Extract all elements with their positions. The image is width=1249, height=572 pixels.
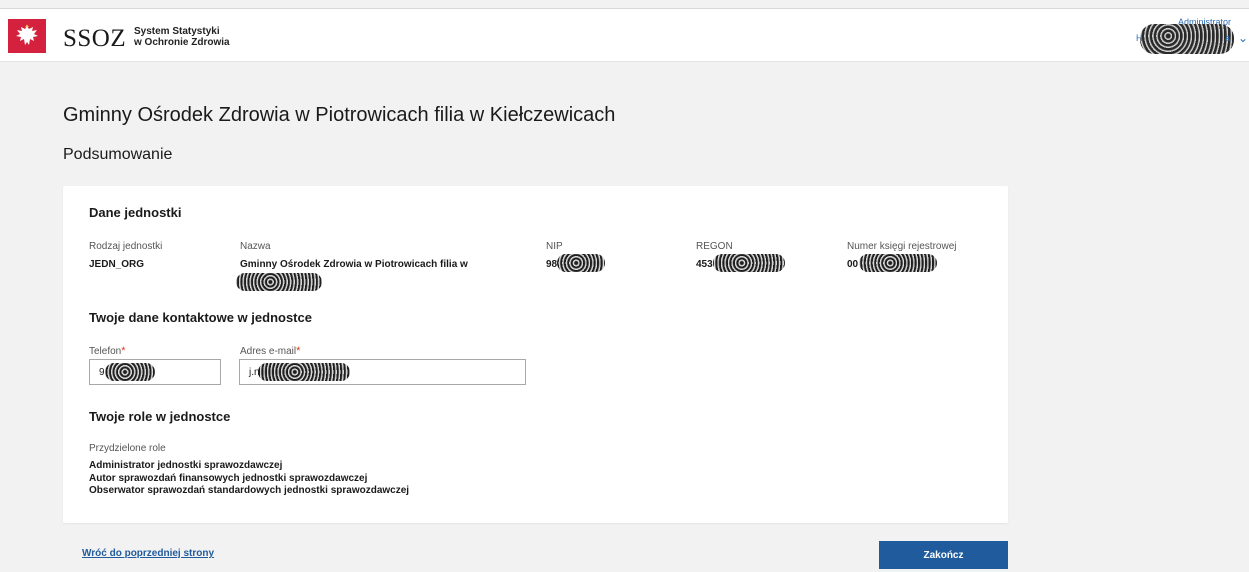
phone-required-mark: * [121, 345, 126, 357]
email-label: Adres e-mail* [240, 345, 300, 357]
role-item: Administrator jednostki sprawozdawczej [89, 460, 283, 471]
registry-number-prefix: 00 [847, 259, 859, 270]
nip-label: NIP [546, 241, 563, 252]
unit-name-label: Nazwa [240, 241, 271, 252]
user-name-suffix: a [1224, 33, 1230, 43]
assigned-roles-label: Przydzielone role [89, 443, 166, 454]
role-item: Autor sprawozdań finansowych jednostki s… [89, 472, 368, 484]
registry-number-redacted [859, 254, 937, 272]
regon-redacted [713, 254, 785, 272]
phone-input-prefix: 9 [99, 367, 105, 378]
phone-redacted [105, 363, 155, 381]
finish-button[interactable]: Zakończ [879, 541, 1008, 569]
contact-heading: Twoje dane kontaktowe w jednostce [89, 310, 312, 325]
unit-type-label: Rodzaj jednostki [89, 241, 163, 252]
logo-subtitle-line2: w Ochronie Zdrowia [134, 37, 230, 48]
email-redacted [258, 363, 350, 381]
nip-value-prefix: 98 [546, 259, 558, 270]
email-required-mark: * [296, 345, 301, 357]
email-label-text: Adres e-mail [240, 346, 297, 357]
role-item: Obserwator sprawozdań standardowych jedn… [89, 485, 410, 496]
registry-number-label: Numer księgi rejestrowej [847, 241, 957, 252]
page-title: Gminny Ośrodek Zdrowia w Piotrowicach fi… [63, 104, 616, 126]
summary-card: Dane jednostki Rodzaj jednostki JEDN_ORG… [63, 186, 1008, 523]
chevron-down-icon[interactable]: ⌄ [1238, 31, 1248, 45]
unit-name-value: Gminny Ośrodek Zdrowia w Piotrowicach fi… [240, 259, 468, 270]
phone-label: Telefon* [89, 345, 126, 357]
roles-heading: Twoje role w jednostce [89, 409, 231, 424]
logo-subtitle-line1: System Statystyki [134, 26, 220, 37]
polish-eagle-emblem-icon [8, 19, 46, 53]
roles-list: Administrator jednostki sprawozdawczej A… [89, 460, 409, 498]
regon-value-prefix: 453 [696, 259, 713, 270]
user-menu-redacted[interactable]: H a [1136, 24, 1234, 54]
regon-label: REGON [696, 241, 733, 252]
top-navigation-bar: SSOZ System Statystyki w Ochronie Zdrowi… [0, 8, 1249, 62]
phone-label-text: Telefon [89, 346, 122, 357]
unit-data-heading: Dane jednostki [89, 205, 182, 220]
unit-type-value: JEDN_ORG [89, 259, 145, 270]
section-title: Podsumowanie [63, 146, 173, 163]
nip-redacted [557, 254, 605, 272]
app-logo[interactable]: SSOZ [63, 25, 126, 53]
app-logo-subtitle: System Statystyki w Ochronie Zdrowia [134, 26, 230, 48]
back-link[interactable]: Wróć do poprzedniej strony [82, 548, 214, 559]
user-name-prefix: H [1136, 33, 1143, 43]
unit-name-redacted [236, 273, 322, 291]
